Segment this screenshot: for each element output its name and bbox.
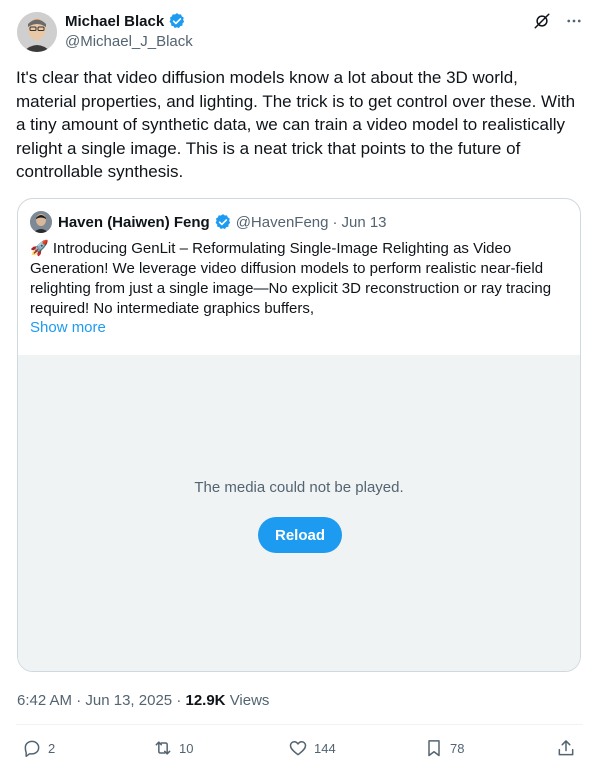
quoted-author-avatar [30, 211, 52, 233]
author-name[interactable]: Michael Black [65, 13, 164, 30]
tweet-meta: 6:42 AM · Jun 13, 2025 · 12.9K Views [17, 692, 269, 709]
verified-badge-icon [214, 213, 232, 231]
tweet-action-bar: 2 10 144 78 [0, 738, 599, 766]
portrait-avatar-icon [30, 211, 52, 233]
reply-button[interactable]: 2 [22, 738, 55, 758]
quoted-author-handle: @HavenFeng [235, 213, 329, 231]
tweet-time[interactable]: 6:42 AM [17, 692, 72, 709]
quoted-date: Jun 13 [341, 213, 387, 231]
author-name-row: Michael Black [65, 12, 186, 30]
reply-count: 2 [48, 740, 56, 756]
quoted-header: Haven (Haiwen) Feng @HavenFeng · Jun 13 [58, 213, 387, 231]
tweet-top-actions [533, 12, 583, 30]
repost-button[interactable]: 10 [153, 738, 193, 758]
bookmark-button[interactable]: 78 [424, 738, 464, 758]
more-options-icon[interactable] [565, 12, 583, 30]
meta-separator: · [76, 692, 82, 709]
quoted-author-name: Haven (Haiwen) Feng [58, 213, 210, 231]
views-count: 12.9K [185, 692, 226, 709]
author-avatar[interactable] [17, 12, 57, 52]
grok-icon[interactable] [533, 12, 551, 30]
quoted-text: 🚀 Introducing GenLit – Reformulating Sin… [30, 240, 552, 317]
verified-badge-icon [168, 12, 186, 30]
bookmark-count: 78 [450, 740, 465, 756]
divider [16, 724, 583, 725]
repost-icon [155, 741, 171, 755]
views-label: Views [229, 692, 270, 709]
share-button[interactable] [556, 738, 576, 758]
quoted-separator: · [332, 213, 338, 231]
media-error-message: The media could not be played. [194, 479, 404, 496]
tweet-text: It's clear that video diffusion models k… [16, 68, 576, 181]
like-button[interactable]: 144 [288, 738, 336, 758]
portrait-avatar-icon [17, 12, 57, 52]
share-icon [558, 740, 574, 756]
author-handle[interactable]: @Michael_J_Black [65, 33, 193, 50]
bookmark-icon [428, 740, 440, 757]
quoted-tweet[interactable]: Haven (Haiwen) Feng @HavenFeng · Jun 13 … [17, 198, 581, 672]
reload-button[interactable]: Reload [258, 517, 342, 553]
repost-count: 10 [179, 740, 194, 756]
show-more-link[interactable]: Show more [30, 319, 106, 336]
reply-icon [24, 740, 40, 758]
heart-icon [289, 741, 307, 756]
meta-separator: · [176, 692, 182, 709]
quoted-media-player[interactable]: The media could not be played. Reload [18, 355, 580, 671]
like-count: 144 [314, 740, 336, 756]
tweet-date[interactable]: Jun 13, 2025 [85, 692, 172, 709]
